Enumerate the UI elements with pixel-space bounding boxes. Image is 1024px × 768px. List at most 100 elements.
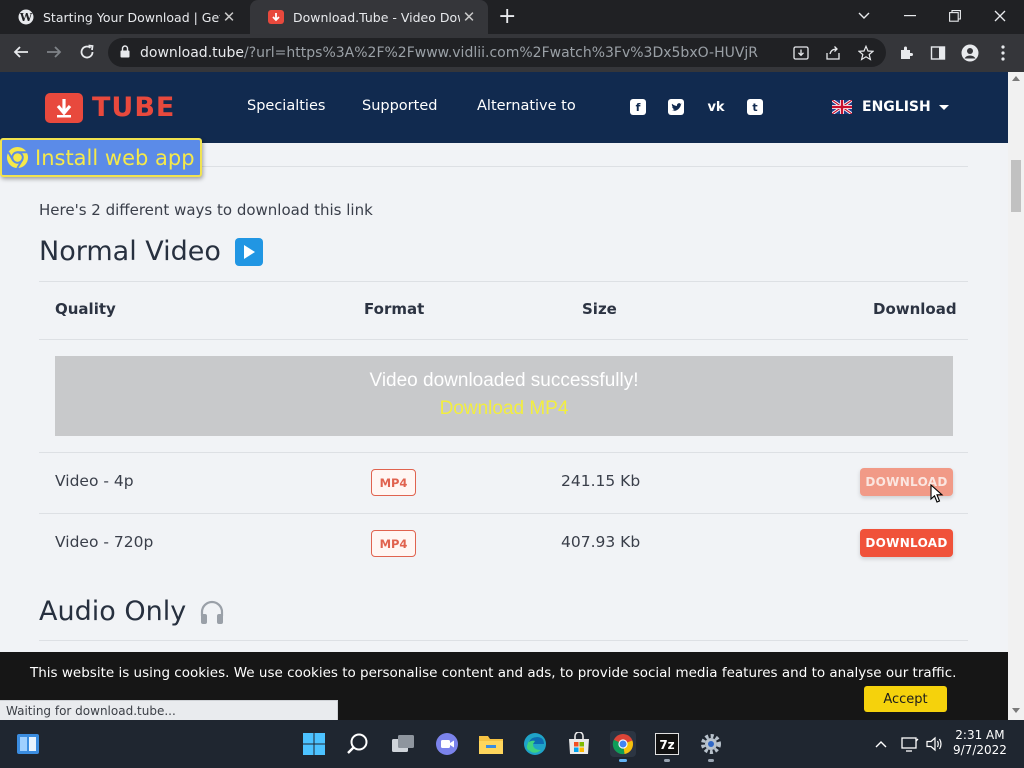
download-mp4-link[interactable]: Download MP4 (55, 398, 953, 420)
scroll-down-arrow-icon[interactable] (1012, 708, 1020, 713)
edge-browser-icon[interactable] (522, 731, 548, 757)
forward-button[interactable] (40, 38, 68, 66)
download-tube-favicon-icon (268, 9, 284, 25)
column-header-format: Format (364, 300, 425, 318)
quality-cell: Video - 4p (55, 472, 134, 490)
svg-text:W: W (19, 11, 33, 24)
browser-toolbar: download.tube /?url=https%3A%2F%2Fwww.vi… (0, 34, 1024, 72)
size-cell: 407.93 Kb (561, 533, 641, 551)
site-logo[interactable]: TUBE (45, 92, 175, 123)
download-button[interactable]: DOWNLOAD (860, 529, 953, 557)
extensions-icon[interactable] (896, 43, 916, 63)
column-header-download: Download (873, 300, 957, 318)
language-label: ENGLISH (862, 99, 931, 115)
column-header-quality: Quality (55, 300, 116, 318)
url-path: /?url=https%3A%2F%2Fwww.vidlii.com%2Fwat… (244, 44, 759, 61)
uk-flag-icon (832, 100, 852, 114)
divider (39, 281, 968, 282)
format-badge: MP4 (371, 469, 416, 496)
svg-text:7z: 7z (659, 738, 674, 752)
volume-icon[interactable] (924, 731, 946, 757)
download-arrow-icon (45, 92, 83, 123)
site-header: TUBE Specialties Supported Alternative t… (0, 72, 1008, 143)
divider (39, 452, 968, 453)
7zip-icon[interactable]: 7z (654, 731, 680, 757)
facebook-icon[interactable]: f (630, 99, 646, 115)
file-explorer-icon[interactable] (478, 731, 504, 757)
twitter-icon[interactable] (668, 99, 684, 115)
microsoft-store-icon[interactable] (566, 731, 592, 757)
chrome-icon (6, 146, 29, 169)
settings-gear-icon[interactable] (698, 731, 724, 757)
scrollbar-thumb[interactable] (1011, 160, 1021, 212)
tab-search-chevron-icon[interactable] (842, 0, 886, 32)
restore-button[interactable] (933, 0, 977, 32)
browser-menu-icon[interactable] (993, 43, 1013, 63)
play-icon (234, 237, 263, 266)
browser-tab-inactive[interactable]: W Starting Your Download | Get Into ✕ (0, 0, 248, 34)
install-app-icon[interactable] (791, 43, 811, 63)
close-tab-icon[interactable]: ✕ (460, 8, 478, 26)
back-button[interactable] (7, 38, 35, 66)
vk-icon[interactable]: vk (706, 99, 726, 115)
chevron-up-icon[interactable] (870, 731, 892, 757)
browser-tabbar: W Starting Your Download | Get Into ✕ Do… (0, 0, 1024, 34)
clock-date: 9/7/2022 (953, 743, 1007, 757)
headphones-icon (198, 598, 226, 626)
scroll-up-arrow-icon[interactable] (1012, 76, 1020, 81)
close-window-button[interactable] (978, 0, 1022, 32)
column-header-size: Size (582, 300, 617, 318)
tab-title: Starting Your Download | Get Into (43, 9, 220, 25)
chrome-taskbar-icon[interactable] (610, 731, 636, 757)
browser-status-bar: Waiting for download.tube... (0, 700, 338, 720)
nav-specialties[interactable]: Specialties (247, 98, 325, 114)
browser-tab-active[interactable]: Download.Tube - Video Downloader ✕ (250, 0, 488, 34)
divider (39, 640, 968, 641)
nav-supported[interactable]: Supported (362, 98, 437, 114)
install-label: Install web app (35, 145, 195, 170)
widgets-icon[interactable] (15, 731, 41, 757)
profile-avatar-icon[interactable] (960, 43, 980, 63)
address-bar[interactable]: download.tube /?url=https%3A%2F%2Fwww.vi… (108, 38, 886, 67)
mouse-cursor-icon (930, 484, 944, 503)
normal-video-title: Normal Video (39, 236, 221, 267)
page-scrollbar[interactable] (1008, 72, 1024, 720)
quality-cell: Video - 720p (55, 533, 154, 551)
accept-cookies-button[interactable]: Accept (864, 686, 947, 712)
success-message: Video downloaded successfully! (369, 370, 639, 391)
search-icon[interactable] (345, 731, 371, 757)
network-icon[interactable] (899, 731, 921, 757)
language-selector[interactable]: ENGLISH (832, 99, 949, 115)
tumblr-icon[interactable]: t (747, 99, 763, 115)
minimize-button[interactable] (888, 0, 932, 32)
share-icon[interactable] (823, 43, 843, 63)
settings-running-indicator (708, 759, 714, 762)
windows-start-icon[interactable] (301, 731, 327, 757)
close-tab-icon[interactable]: ✕ (220, 8, 238, 26)
new-tab-button[interactable]: + (498, 4, 516, 30)
divider (39, 339, 968, 340)
reload-button[interactable] (73, 38, 101, 66)
lock-icon (120, 43, 130, 62)
side-panel-icon[interactable] (928, 43, 948, 63)
nav-alternative-to[interactable]: Alternative to (477, 98, 576, 114)
size-cell: 241.15 Kb (561, 472, 641, 490)
7zip-running-indicator (664, 759, 670, 762)
url-host: download.tube (140, 44, 245, 61)
bookmark-star-icon[interactable] (856, 43, 876, 63)
cookie-text: This website is using cookies. We use co… (30, 665, 957, 681)
install-web-app-button[interactable]: Install web app (0, 138, 202, 177)
task-view-icon[interactable] (390, 731, 416, 757)
intro-text: Here's 2 different ways to download this… (39, 201, 373, 219)
clock-time: 2:31 AM (955, 728, 1005, 742)
format-badge: MP4 (371, 530, 416, 557)
audio-only-title: Audio Only (39, 596, 187, 627)
divider (39, 513, 968, 514)
logo-text: TUBE (92, 92, 176, 123)
tab-title: Download.Tube - Video Downloader (293, 9, 460, 25)
taskbar-clock[interactable]: 2:31 AM 9/7/2022 (953, 728, 1007, 758)
teams-chat-icon[interactable] (434, 731, 460, 757)
chrome-active-indicator (619, 759, 627, 762)
caret-down-icon (938, 104, 949, 110)
wordpress-icon: W (18, 9, 34, 25)
